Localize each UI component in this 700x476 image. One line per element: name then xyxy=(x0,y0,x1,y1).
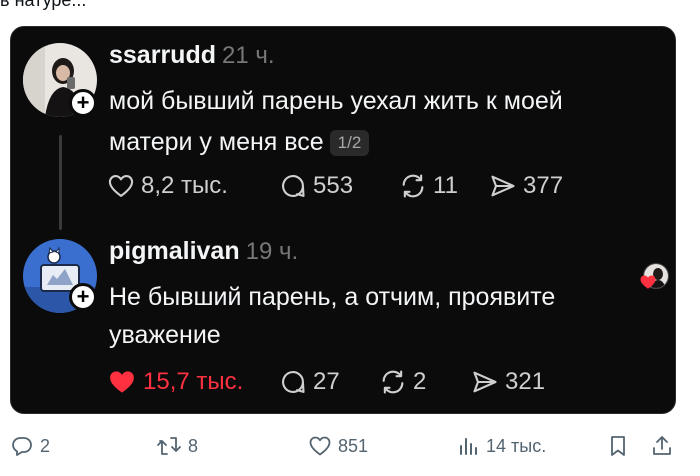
post-text-line2-content: матери у меня все xyxy=(109,128,324,156)
post-text-line2: матери у меня все 1/2 xyxy=(109,122,370,162)
comment-icon xyxy=(282,371,305,393)
share-send-icon xyxy=(473,371,497,393)
retweet-icon xyxy=(157,437,181,455)
post-like-button[interactable]: 8,2 тыс. xyxy=(107,172,257,200)
tweet-like-count: 851 xyxy=(338,435,369,456)
heart-icon xyxy=(108,175,134,197)
tweet-text-cut: в натуре... xyxy=(0,0,87,10)
reply-follow-plus-button[interactable]: + xyxy=(69,283,97,311)
post-header: ssarrudd 21 ч. xyxy=(109,41,275,70)
reply-repost-count: 2 xyxy=(413,368,427,395)
tweet-retweet-button[interactable]: 8 xyxy=(156,434,198,458)
repost-icon xyxy=(382,370,404,394)
repost-icon xyxy=(402,174,424,198)
views-bar-chart-icon xyxy=(460,438,477,455)
post-share-count: 377 xyxy=(523,172,564,199)
page-indicator[interactable]: 1/2 xyxy=(329,130,370,156)
thread-connector-line xyxy=(59,135,62,230)
tweet-reply-button[interactable]: 2 xyxy=(10,434,50,458)
follow-plus-button[interactable]: + xyxy=(69,89,97,117)
post-comment-button[interactable]: 553 xyxy=(279,172,399,200)
reply-username[interactable]: pigmalivan xyxy=(109,237,240,265)
share-send-icon xyxy=(491,175,515,197)
tweet-views-button[interactable]: 14 тыс. xyxy=(456,434,546,458)
tweet-share-button[interactable] xyxy=(650,434,674,458)
post-comment-count: 553 xyxy=(313,172,354,199)
reply-text-line2: уважение xyxy=(109,321,221,349)
tweet-bookmark-button[interactable] xyxy=(606,434,630,458)
comment-icon xyxy=(282,175,305,197)
bookmark-icon xyxy=(611,436,625,456)
post-repost-count: 11 xyxy=(433,172,458,199)
post-like-count: 8,2 тыс. xyxy=(141,172,228,199)
tweet-like-button[interactable]: 851 xyxy=(308,434,368,458)
post-repost-button[interactable]: 11 xyxy=(399,172,489,200)
post-actions: 8,2 тыс. 553 11 377 xyxy=(107,172,589,200)
reply-time: 19 ч. xyxy=(245,238,299,265)
reply-header: pigmalivan 19 ч. xyxy=(109,237,298,266)
tweet-reply-count: 2 xyxy=(40,435,51,456)
tweet-views-count: 14 тыс. xyxy=(486,435,547,456)
post-share-button[interactable]: 377 xyxy=(489,172,589,200)
post-time: 21 ч. xyxy=(221,42,275,69)
post-username[interactable]: ssarrudd xyxy=(109,41,216,69)
share-upload-icon xyxy=(653,436,671,455)
reply-text-line1: Не бывший парень, а отчим, проявите xyxy=(109,283,556,311)
heart-filled-icon xyxy=(110,371,134,393)
author-liked-heart-icon xyxy=(640,275,656,289)
reply-repost-button[interactable]: 2 xyxy=(379,368,471,396)
heart-icon xyxy=(309,436,331,456)
reply-share-button[interactable]: 321 xyxy=(471,368,571,396)
post-text-line1: мой бывший парень уехал жить к моей xyxy=(109,87,563,115)
reply-like-count: 15,7 тыс. xyxy=(143,368,244,395)
tweet-action-bar: 2 8 851 14 тыс. xyxy=(0,430,700,466)
threads-screenshot-card: + ssarrudd 21 ч. мой бывший парень уехал … xyxy=(10,26,676,414)
reply-share-count: 321 xyxy=(505,368,546,395)
tweet-retweet-count: 8 xyxy=(188,435,199,456)
reply-like-button[interactable]: 15,7 тыс. xyxy=(107,367,279,397)
reply-comment-count: 27 xyxy=(313,368,340,395)
reply-actions: 15,7 тыс. 27 2 321 xyxy=(107,367,571,397)
reply-comment-button[interactable]: 27 xyxy=(279,368,379,396)
reply-bubble-icon xyxy=(12,437,32,456)
